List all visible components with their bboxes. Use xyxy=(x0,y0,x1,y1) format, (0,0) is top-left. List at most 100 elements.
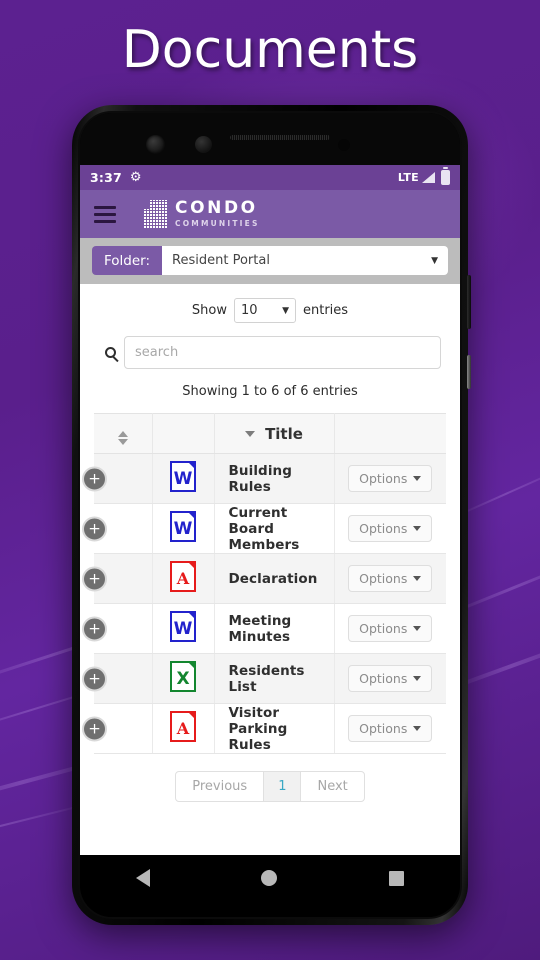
options-button-label: Options xyxy=(359,621,408,636)
row-filetype-cell: W xyxy=(152,603,215,654)
chevron-down-icon: ▼ xyxy=(431,255,438,266)
table-row: + W Current Board Members Options xyxy=(82,503,446,554)
document-title: Current Board Members xyxy=(228,504,300,553)
hero-banner: Documents xyxy=(0,0,540,100)
front-camera-icon xyxy=(146,135,165,154)
chevron-down-icon xyxy=(413,726,422,731)
row-title-cell: Residents List xyxy=(214,653,335,704)
plus-circle-icon[interactable]: + xyxy=(82,616,107,641)
table-row: + W Meeting Minutes Options xyxy=(82,603,446,654)
options-button[interactable]: Options xyxy=(348,615,433,642)
options-button-label: Options xyxy=(359,721,408,736)
folder-dropdown[interactable]: Resident Portal ▼ xyxy=(162,246,448,275)
row-expand-cell: + xyxy=(82,553,153,604)
chevron-down-icon xyxy=(413,576,422,581)
brand-logo[interactable]: CONDO COMMUNITIES xyxy=(144,200,260,228)
logo-tower-large xyxy=(150,200,167,228)
sort-up-arrow xyxy=(117,430,128,437)
pdf-file-icon[interactable]: A xyxy=(170,561,196,592)
search-input[interactable] xyxy=(124,336,441,369)
options-button[interactable]: Options xyxy=(348,565,433,592)
phone-screen-frame: 3:37 ⚙ LTE CONDO COMMUNITIES Folder: Res… xyxy=(78,111,462,919)
network-label: LTE xyxy=(397,171,419,184)
table-row: + X Residents List Options xyxy=(82,653,446,704)
phone-volume-button[interactable] xyxy=(467,355,471,389)
documents-table: Title + W Building Rules Options + W Current B… xyxy=(82,413,446,754)
options-button[interactable]: Options xyxy=(348,715,433,742)
pdf-file-icon[interactable]: A xyxy=(170,711,196,742)
options-button-label: Options xyxy=(359,471,408,486)
table-header-row: Title xyxy=(94,413,446,454)
row-expand-cell: + xyxy=(82,653,153,704)
entries-per-page-select[interactable]: 10 ▼ xyxy=(234,298,296,323)
row-expand-cell: + xyxy=(82,453,153,504)
home-circle-icon[interactable] xyxy=(261,870,278,886)
page-title: Documents xyxy=(121,20,419,80)
row-filetype-cell: W xyxy=(152,503,215,554)
status-time: 3:37 xyxy=(90,170,122,185)
column-header-title[interactable]: Title xyxy=(214,413,335,454)
file-glyph: A xyxy=(176,569,190,588)
pagination-page-1[interactable]: 1 xyxy=(263,771,302,802)
status-bar: 3:37 ⚙ LTE xyxy=(80,165,460,190)
android-navigation-bar xyxy=(80,855,460,901)
brand-secondary: COMMUNITIES xyxy=(175,219,260,229)
entries-label: entries xyxy=(303,303,349,318)
table-row: + A Declaration Options xyxy=(82,553,446,604)
hamburger-line xyxy=(94,212,116,216)
word-file-icon[interactable]: W xyxy=(170,611,196,642)
file-glyph: A xyxy=(176,719,190,738)
plus-circle-icon[interactable]: + xyxy=(82,716,107,741)
options-button[interactable]: Options xyxy=(348,515,433,542)
options-button[interactable]: Options xyxy=(348,665,433,692)
word-file-icon[interactable]: W xyxy=(170,461,196,492)
column-header-options xyxy=(334,413,446,454)
excel-file-icon[interactable]: X xyxy=(170,661,196,692)
hamburger-line xyxy=(94,219,116,223)
table-row: + W Building Rules Options xyxy=(82,453,446,504)
word-file-icon[interactable]: W xyxy=(170,511,196,542)
pagination-previous[interactable]: Previous xyxy=(175,771,265,802)
document-title: Declaration xyxy=(228,570,318,587)
folder-label: Folder: xyxy=(92,246,163,275)
row-expand-cell: + xyxy=(82,503,153,554)
hamburger-line xyxy=(94,205,116,209)
brand-primary: CONDO xyxy=(175,198,258,219)
phone-power-button[interactable] xyxy=(467,275,471,329)
options-button-label: Options xyxy=(359,521,408,536)
show-label: Show xyxy=(191,303,227,318)
folder-selector-bar: Folder: Resident Portal ▼ xyxy=(80,238,460,284)
sort-desc-caret-icon xyxy=(245,430,256,437)
table-row: + A Visitor Parking Rules Options xyxy=(82,703,446,754)
chevron-down-icon xyxy=(413,476,422,481)
sensor-icon xyxy=(195,136,212,153)
plus-circle-icon[interactable]: + xyxy=(82,466,107,491)
file-glyph: W xyxy=(173,468,193,489)
row-expand-cell: + xyxy=(82,703,153,754)
pagination-next[interactable]: Next xyxy=(300,771,365,802)
column-header-title-label: Title xyxy=(265,424,303,443)
row-options-cell: Options xyxy=(334,503,446,554)
title-header-inner: Title xyxy=(215,425,334,443)
proximity-sensor-icon xyxy=(338,139,350,151)
row-filetype-cell: A xyxy=(152,553,215,604)
document-title: Residents List xyxy=(228,662,305,695)
app-screen: 3:37 ⚙ LTE CONDO COMMUNITIES Folder: Res… xyxy=(80,165,460,855)
sort-updown-icon xyxy=(117,430,128,445)
sort-down-arrow xyxy=(117,438,128,445)
plus-circle-icon[interactable]: + xyxy=(82,566,107,591)
column-header-expand[interactable] xyxy=(94,413,153,454)
back-triangle-icon[interactable] xyxy=(135,869,150,887)
phone-bottom-bezel xyxy=(80,901,460,917)
plus-circle-icon[interactable]: + xyxy=(82,516,107,541)
recents-square-icon[interactable] xyxy=(389,870,405,886)
row-title-cell: Current Board Members xyxy=(214,503,335,554)
row-expand-cell: + xyxy=(82,603,153,654)
row-title-cell: Building Rules xyxy=(214,453,335,504)
hamburger-menu-icon[interactable] xyxy=(94,205,116,223)
app-navbar: CONDO COMMUNITIES xyxy=(80,190,460,238)
plus-circle-icon[interactable]: + xyxy=(82,666,107,691)
row-options-cell: Options xyxy=(334,603,446,654)
row-title-cell: Declaration xyxy=(214,553,335,604)
options-button[interactable]: Options xyxy=(348,465,433,492)
